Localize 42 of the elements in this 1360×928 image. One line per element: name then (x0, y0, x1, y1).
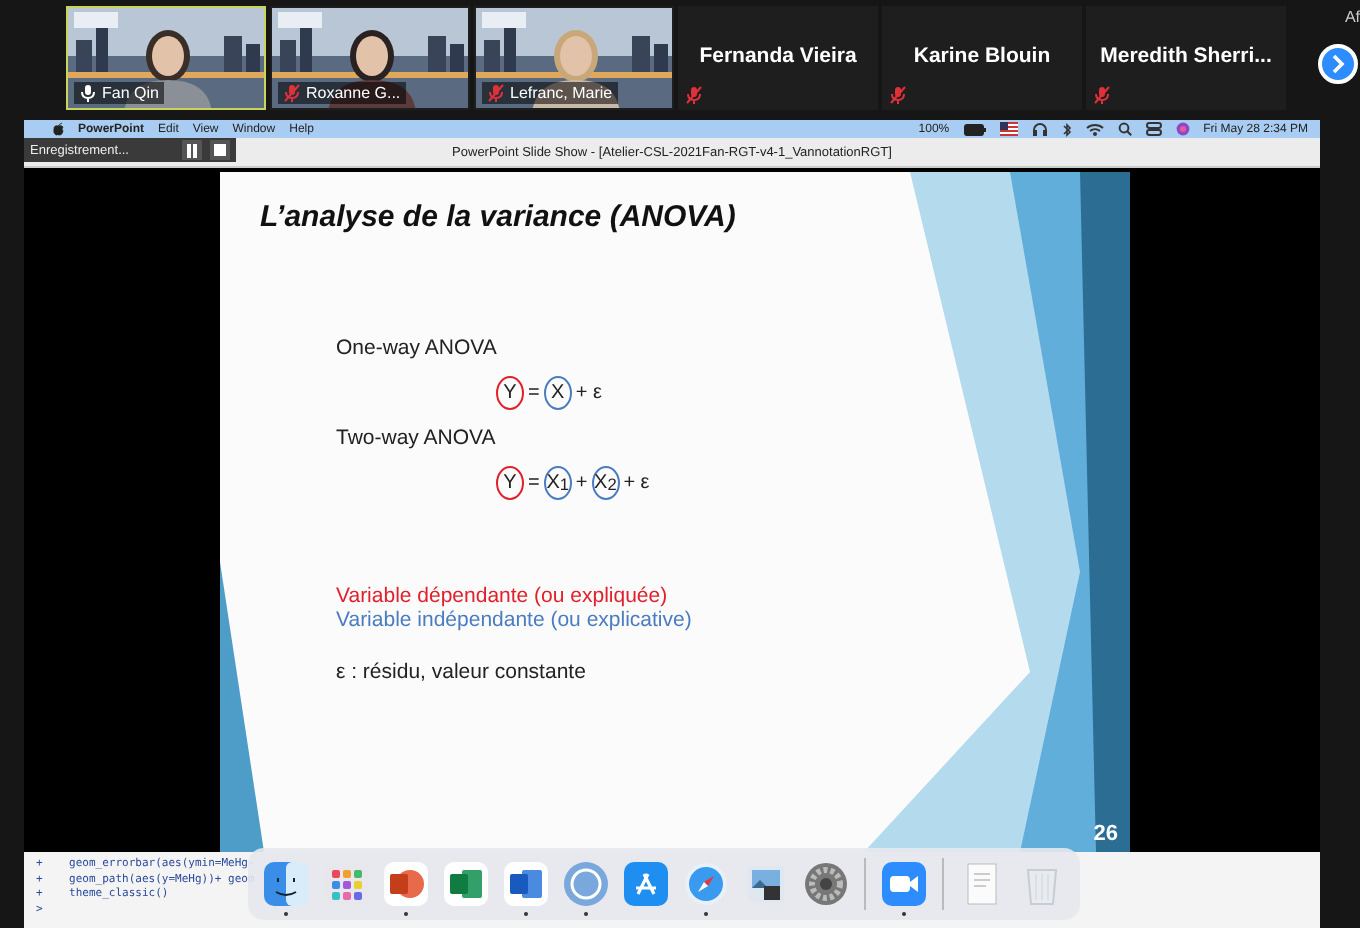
apple-icon[interactable] (52, 122, 64, 136)
participant-name: Karine Blouin (911, 44, 1053, 68)
slide-heading: One-way ANOVA (336, 336, 497, 360)
slide-number: 26 (1093, 822, 1118, 846)
battery-icon[interactable] (963, 123, 986, 135)
participant-name: Fan Qin (102, 84, 159, 102)
slide-heading: Two-way ANOVA (336, 426, 496, 450)
presentation-app-icon[interactable] (384, 861, 428, 915)
video-camera-icon[interactable] (882, 861, 926, 915)
slide-note: ε : résidu, valeur constante (336, 660, 586, 684)
chevron-right-icon (1330, 54, 1346, 74)
flag-icon[interactable] (999, 122, 1018, 136)
bluetooth-icon[interactable] (1061, 121, 1072, 137)
search-icon[interactable] (1117, 122, 1132, 136)
stop-icon (214, 144, 226, 156)
document-app-icon[interactable] (504, 861, 548, 915)
equation-operator: = (526, 382, 542, 404)
cut-label: Af (1344, 8, 1360, 26)
orb-icon[interactable] (1175, 122, 1190, 136)
stop-button[interactable] (210, 140, 230, 160)
finder-icon[interactable] (264, 861, 308, 915)
variable-circle: Y (496, 466, 524, 500)
toggles-icon[interactable] (1145, 122, 1162, 136)
variable-circle: Y (496, 376, 524, 410)
legend-text: Variable dépendante (ou expliquée) (336, 584, 668, 608)
equation-operator: + ε (621, 472, 652, 494)
participant-name: Meredith Sherri... (1098, 44, 1274, 68)
compass-icon[interactable] (684, 861, 728, 915)
pause-button[interactable] (182, 140, 202, 160)
equation-operator: + (573, 472, 590, 494)
participant-name: Roxanne G... (306, 84, 401, 102)
slide-title: L’analyse de la variance (ANOVA) (260, 200, 736, 234)
participant-name: Lefranc, Marie (510, 84, 613, 102)
legend-text: Variable indépendante (ou explicative) (336, 608, 692, 632)
equation-operator: + ε (573, 382, 604, 404)
participant-name: Fernanda Vieira (697, 44, 859, 68)
wifi-icon[interactable] (1085, 122, 1104, 136)
headphones-icon[interactable] (1031, 122, 1048, 136)
variable-circle: X (543, 376, 572, 410)
equation-operator: = (526, 472, 542, 494)
pause-icon (186, 143, 198, 157)
next-page-button[interactable] (1318, 44, 1358, 84)
